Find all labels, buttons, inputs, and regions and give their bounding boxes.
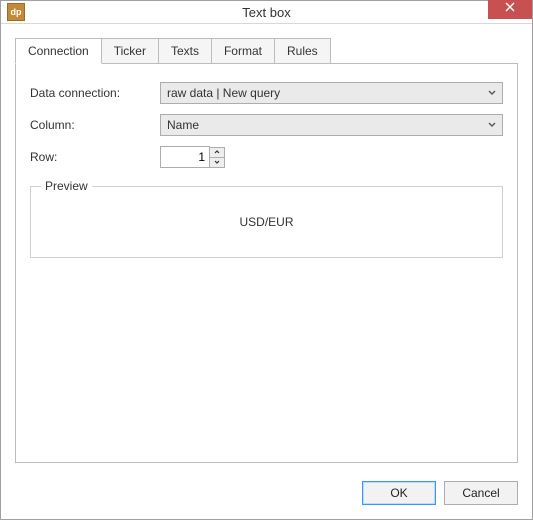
row-spinner bbox=[160, 146, 225, 168]
label-column: Column: bbox=[30, 118, 160, 132]
select-value: raw data | New query bbox=[167, 86, 280, 100]
tab-label: Ticker bbox=[114, 44, 146, 58]
ok-button[interactable]: OK bbox=[362, 481, 436, 505]
label-data-connection: Data connection: bbox=[30, 86, 160, 100]
dialog-body: Connection Ticker Texts Format Rules Dat… bbox=[1, 24, 532, 471]
close-button[interactable] bbox=[488, 0, 532, 19]
tab-label: Format bbox=[224, 44, 262, 58]
row-data-connection: Data connection: raw data | New query bbox=[30, 82, 503, 104]
tab-label: Connection bbox=[28, 44, 89, 58]
window-title: Text box bbox=[1, 5, 532, 20]
app-icon-text: dp bbox=[11, 7, 22, 17]
row-column: Column: Name bbox=[30, 114, 503, 136]
app-icon: dp bbox=[7, 3, 25, 21]
cancel-button[interactable]: Cancel bbox=[444, 481, 518, 505]
row-row: Row: bbox=[30, 146, 503, 168]
tab-label: Texts bbox=[171, 44, 199, 58]
row-input[interactable] bbox=[160, 146, 210, 168]
select-value: Name bbox=[167, 118, 199, 132]
tab-label: Rules bbox=[287, 44, 318, 58]
dialog-window: dp Text box Connection Ticker Texts Form… bbox=[0, 0, 533, 520]
close-icon bbox=[505, 1, 515, 15]
tab-strip: Connection Ticker Texts Format Rules bbox=[15, 38, 518, 63]
tab-ticker[interactable]: Ticker bbox=[101, 38, 159, 63]
label-row: Row: bbox=[30, 150, 160, 164]
select-column[interactable]: Name bbox=[160, 114, 503, 136]
title-bar: dp Text box bbox=[1, 1, 532, 24]
chevron-down-icon bbox=[488, 122, 496, 128]
chevron-down-icon bbox=[214, 160, 220, 164]
preview-fieldset: Preview USD/EUR bbox=[30, 186, 503, 258]
preview-legend: Preview bbox=[41, 179, 92, 193]
tab-rules[interactable]: Rules bbox=[274, 38, 331, 63]
select-data-connection[interactable]: raw data | New query bbox=[160, 82, 503, 104]
spinner-buttons bbox=[209, 147, 225, 168]
dialog-footer: OK Cancel bbox=[1, 471, 532, 519]
chevron-down-icon bbox=[488, 90, 496, 96]
tab-panel-connection: Data connection: raw data | New query Co… bbox=[15, 63, 518, 463]
tab-format[interactable]: Format bbox=[211, 38, 275, 63]
chevron-up-icon bbox=[214, 150, 220, 154]
tab-connection[interactable]: Connection bbox=[15, 38, 102, 64]
tab-texts[interactable]: Texts bbox=[158, 38, 212, 63]
spinner-down-button[interactable] bbox=[209, 157, 225, 168]
preview-value: USD/EUR bbox=[41, 215, 492, 229]
